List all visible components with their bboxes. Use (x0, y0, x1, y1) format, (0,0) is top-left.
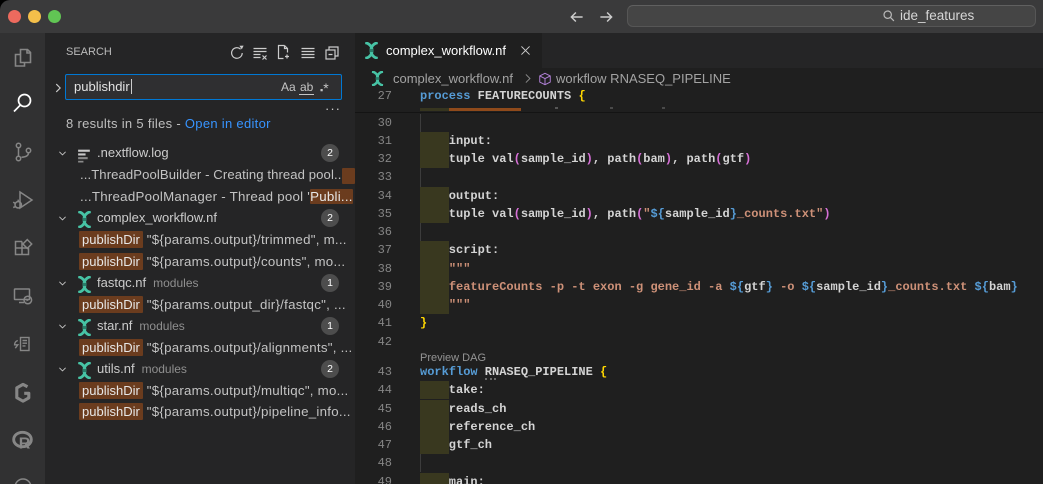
svg-text:R: R (18, 436, 30, 453)
